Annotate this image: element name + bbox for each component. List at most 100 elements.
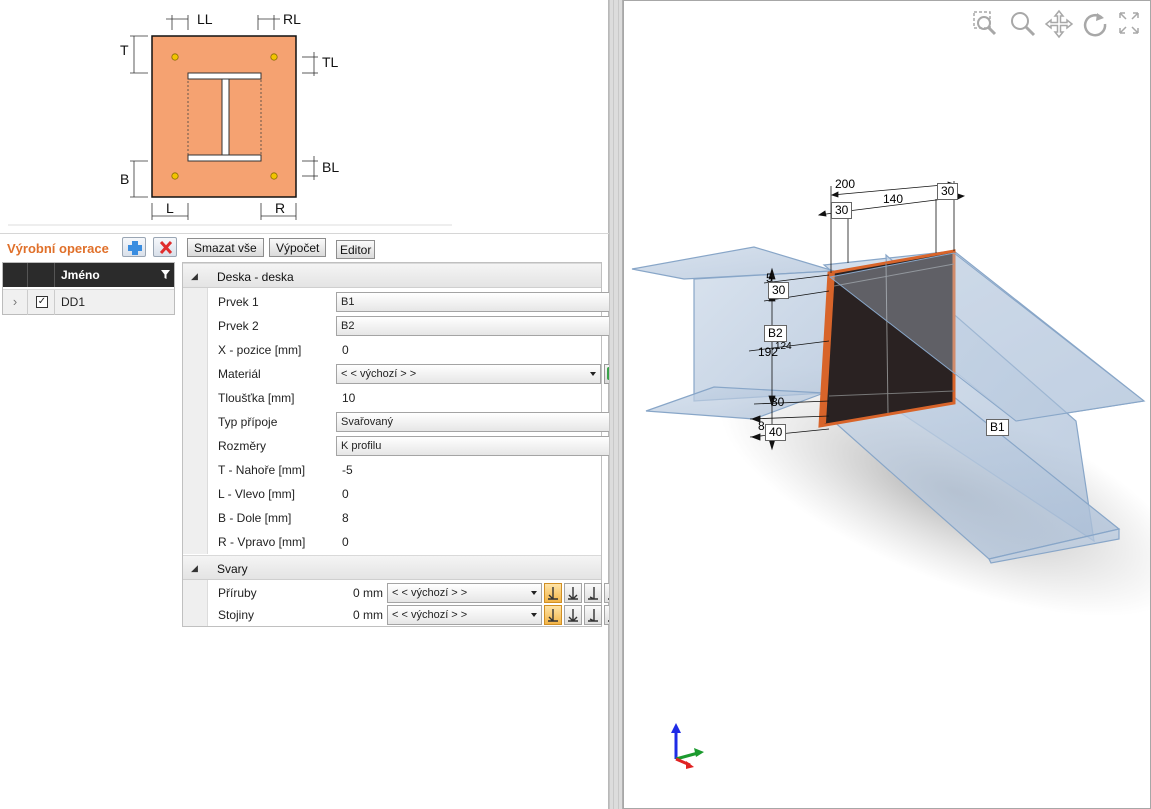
fillet-weld-button[interactable] <box>544 583 562 603</box>
double-fillet-icon <box>568 587 578 600</box>
beam-b2[interactable] <box>631 246 835 420</box>
typ-select[interactable]: Svařovaný <box>336 412 623 432</box>
calculate-button[interactable]: Výpočet <box>269 238 327 257</box>
double-fillet-button[interactable] <box>564 605 582 625</box>
dim-30-right: 30 <box>937 183 959 200</box>
dim-30-top: 30 <box>768 282 790 299</box>
prop-label: Příruby <box>218 586 257 600</box>
expander-icon[interactable]: › <box>3 290 28 315</box>
web <box>221 78 230 156</box>
label-tl: TL <box>322 54 339 70</box>
fillet-weld-icon <box>548 609 558 622</box>
prop-rozmery: Rozměry K profilu <box>208 434 623 458</box>
prop-material: Materiál < < výchozí > > <box>208 362 623 386</box>
prop-label: Stojiny <box>218 608 255 622</box>
l-value[interactable]: 0 <box>342 487 349 501</box>
section-deska-deska[interactable]: ◢ Deska - deska <box>183 263 601 288</box>
dim-200: 200 <box>835 177 856 191</box>
butt-weld-button[interactable] <box>584 583 602 603</box>
section-title: Svary <box>217 562 248 576</box>
dim-30-bottom: 30 <box>771 395 785 409</box>
dim-140: 140 <box>883 192 904 206</box>
b-value[interactable]: 8 <box>342 511 349 525</box>
operations-title: Výrobní operace <box>7 241 109 256</box>
material-select[interactable]: < < výchozí > > <box>336 364 601 384</box>
dim-30-left: 30 <box>831 202 853 219</box>
operations-list: Jméno › ✓ DD1 <box>2 262 175 315</box>
web-weld-select[interactable]: < < výchozí > > <box>387 605 542 625</box>
prop-label: Prvek 2 <box>218 319 259 333</box>
dim-124: 124 <box>775 341 792 352</box>
delete-icon <box>159 240 173 255</box>
editor-button[interactable]: Editor <box>336 240 376 259</box>
flange-weld-size[interactable]: 0 mm <box>323 586 383 600</box>
t-value[interactable]: -5 <box>342 463 353 477</box>
panel-splitter[interactable] <box>609 0 623 809</box>
butt-weld-button[interactable] <box>584 605 602 625</box>
prop-flanges: Příruby 0 mm < < výchozí > > <box>208 581 622 605</box>
xpos-value[interactable]: 0 <box>342 343 349 357</box>
delete-all-button[interactable]: Smazat vše <box>187 238 264 257</box>
top-flange <box>187 72 262 80</box>
prop-label: T - Nahoře [mm] <box>218 463 306 477</box>
prop-typ: Typ přípoje Svařovaný <box>208 410 623 434</box>
web-weld-size[interactable]: 0 mm <box>323 608 383 622</box>
prop-label: Tloušťka [mm] <box>218 391 295 405</box>
tloustka-value[interactable]: 10 <box>342 391 355 405</box>
operations-toolbar: Výrobní operace Smazat vše Výpočet Edito… <box>0 233 609 261</box>
prop-xpos: X - pozice [mm] 0 <box>208 338 601 362</box>
double-fillet-button[interactable] <box>564 583 582 603</box>
filter-icon[interactable] <box>161 270 171 280</box>
prop-label: Rozměry <box>218 439 267 453</box>
collapse-icon[interactable]: ◢ <box>191 271 198 282</box>
prvek2-select[interactable]: B2 <box>336 316 623 336</box>
left-panel: LL RL T TL BL B L R Výrobní operace Smaz… <box>0 0 623 809</box>
label-rl: RL <box>283 11 301 27</box>
fillet-weld-button[interactable] <box>544 605 562 625</box>
property-grid: ◢ Deska - deska Prvek 1 B1 Prvek 2 B2 X … <box>182 262 623 627</box>
axis-triad-icon <box>671 723 704 769</box>
delete-operation-button[interactable] <box>153 237 177 257</box>
prop-l: L - Vlevo [mm] 0 <box>208 482 601 506</box>
column-name-header[interactable]: Jméno <box>61 268 100 282</box>
list-item[interactable]: › ✓ DD1 <box>3 289 174 315</box>
list-header: Jméno <box>3 263 174 287</box>
prvek1-select[interactable]: B1 <box>336 292 623 312</box>
section-svary[interactable]: ◢ Svary <box>183 555 601 580</box>
collapse-icon[interactable]: ◢ <box>191 563 198 574</box>
3d-model-view[interactable] <box>624 1 1150 808</box>
label-ll: LL <box>197 11 213 27</box>
prop-t: T - Nahoře [mm] -5 <box>208 458 601 482</box>
prop-label: B - Dole [mm] <box>218 511 292 525</box>
prop-label: Prvek 1 <box>218 295 259 309</box>
prop-label: X - pozice [mm] <box>218 343 302 357</box>
dim-40: 40 <box>765 424 787 441</box>
3d-viewport[interactable]: 200 30 140 30 5 30 B2 192 124 30 8 40 B1 <box>623 0 1151 809</box>
butt-weld-icon <box>588 609 598 622</box>
member-label-b1[interactable]: B1 <box>986 419 1009 436</box>
operation-name: DD1 <box>61 295 86 309</box>
section-title: Deska - deska <box>217 270 294 284</box>
plate-schematic: LL RL T TL BL B L R <box>8 11 452 226</box>
add-icon <box>128 241 142 255</box>
prop-label: Typ přípoje <box>218 415 278 429</box>
prop-prvek1: Prvek 1 B1 <box>208 290 623 314</box>
add-operation-button[interactable] <box>122 237 146 257</box>
rozmery-select[interactable]: K profilu <box>336 436 623 456</box>
enabled-checkbox[interactable]: ✓ <box>36 296 48 308</box>
prop-b: B - Dole [mm] 8 <box>208 506 601 530</box>
prop-r: R - Vpravo [mm] 0 <box>208 530 601 554</box>
r-value[interactable]: 0 <box>342 535 349 549</box>
flange-weld-select[interactable]: < < výchozí > > <box>387 583 542 603</box>
prop-label: L - Vlevo [mm] <box>218 487 295 501</box>
prop-webs: Stojiny 0 mm < < výchozí > > <box>208 603 622 627</box>
bottom-flange <box>187 154 262 162</box>
prop-prvek2: Prvek 2 B2 <box>208 314 623 338</box>
prop-label: Materiál <box>218 367 261 381</box>
label-r: R <box>275 200 285 216</box>
double-fillet-icon <box>568 609 578 622</box>
label-b: B <box>120 171 129 187</box>
prop-tloustka: Tloušťka [mm] 10 <box>208 386 601 410</box>
butt-weld-icon <box>588 587 598 600</box>
prop-label: R - Vpravo [mm] <box>218 535 306 549</box>
